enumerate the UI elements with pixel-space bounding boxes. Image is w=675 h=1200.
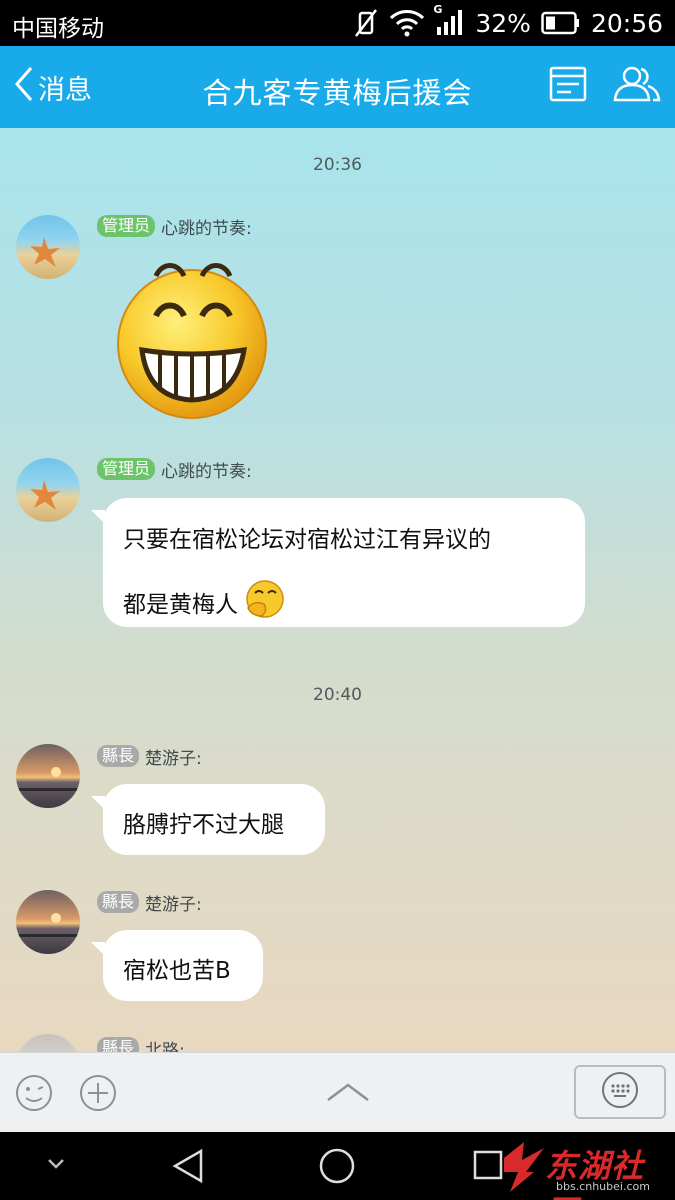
avatar[interactable] [16, 890, 80, 954]
input-bar [0, 1052, 675, 1132]
message-timestamp: 20:36 [313, 155, 362, 175]
avatar[interactable] [16, 458, 80, 522]
message-bubble[interactable]: 胳膊拧不过大腿 [91, 784, 325, 855]
title-bar: 消息 合九客专黄梅后援会 [0, 46, 675, 128]
message-sender[interactable]: 縣長 楚游子: [97, 744, 202, 769]
grinning-face-sticker[interactable] [116, 258, 270, 424]
emoji-icon[interactable] [14, 1073, 54, 1117]
wifi-icon [389, 9, 425, 37]
status-bar: 中国移动 G 32% 20:56 [0, 0, 675, 46]
network-type: G [433, 3, 443, 16]
admin-badge: 管理员 [97, 458, 156, 480]
clock: 20:56 [590, 8, 663, 38]
message-text: 只要在宿松论坛对宿松过江有异议的 [123, 527, 491, 553]
sender-name: 心跳的节奏: [161, 461, 252, 482]
home-circle-icon[interactable] [318, 1147, 356, 1189]
message-sender[interactable]: 管理员 心跳的节奏: [97, 457, 252, 482]
message-timestamp: 20:40 [313, 685, 362, 705]
back-triangle-icon[interactable] [171, 1148, 205, 1188]
sender-name: 楚游子: [145, 894, 202, 915]
message-text: 宿松也苦B [123, 958, 231, 984]
avatar[interactable] [16, 1034, 80, 1052]
carrier-name: 中国移动 [12, 16, 104, 42]
members-icon[interactable] [612, 64, 662, 108]
chevron-left-icon [14, 66, 34, 109]
back-label: 消息 [38, 74, 92, 106]
keyboard-icon [600, 1070, 640, 1114]
message-sender[interactable]: 管理员 心跳的节奏: [97, 214, 252, 239]
avatar[interactable] [16, 744, 80, 808]
message-sender[interactable]: 縣長 楚游子: [97, 890, 202, 915]
signal-icon: G [433, 3, 465, 37]
message-text: 胳膊拧不过大腿 [123, 812, 284, 838]
page-title: 合九客专黄梅后援会 [202, 76, 473, 110]
chat-area[interactable]: 20:36 管理员 心跳的节奏: 管理员 心跳的节奏: 只要在宿松论坛对宿松过江… [0, 128, 675, 1052]
battery-percent: 32% [475, 8, 531, 38]
rank-badge: 縣長 [97, 891, 140, 913]
sender-name: 北路: [145, 1040, 185, 1053]
message-sender[interactable]: 縣長 北路: [97, 1036, 185, 1052]
battery-icon [541, 11, 581, 35]
sender-name: 心跳的节奏: [161, 218, 252, 239]
watermark-url: bbs.cnhubei.com [556, 1180, 650, 1193]
expand-up-icon[interactable] [326, 1081, 370, 1107]
avatar[interactable] [16, 215, 80, 279]
message-bubble[interactable]: 宿松也苦B [91, 930, 263, 1001]
rank-badge: 縣長 [97, 1037, 140, 1052]
message-bubble[interactable]: 只要在宿松论坛对宿松过江有异议的 都是黄梅人 [91, 498, 585, 627]
rank-badge: 縣長 [97, 745, 140, 767]
message-text: 都是黄梅人 [123, 592, 238, 618]
sender-name: 楚游子: [145, 748, 202, 769]
vibrate-icon [353, 8, 379, 38]
chevron-down-icon[interactable] [46, 1156, 66, 1175]
plus-icon[interactable] [78, 1073, 118, 1117]
admin-badge: 管理员 [97, 215, 156, 237]
keyboard-toggle-button[interactable] [574, 1065, 666, 1119]
thinking-face-emoji [244, 578, 286, 626]
back-button[interactable]: 消息 [14, 66, 92, 108]
group-info-icon[interactable] [549, 66, 587, 106]
